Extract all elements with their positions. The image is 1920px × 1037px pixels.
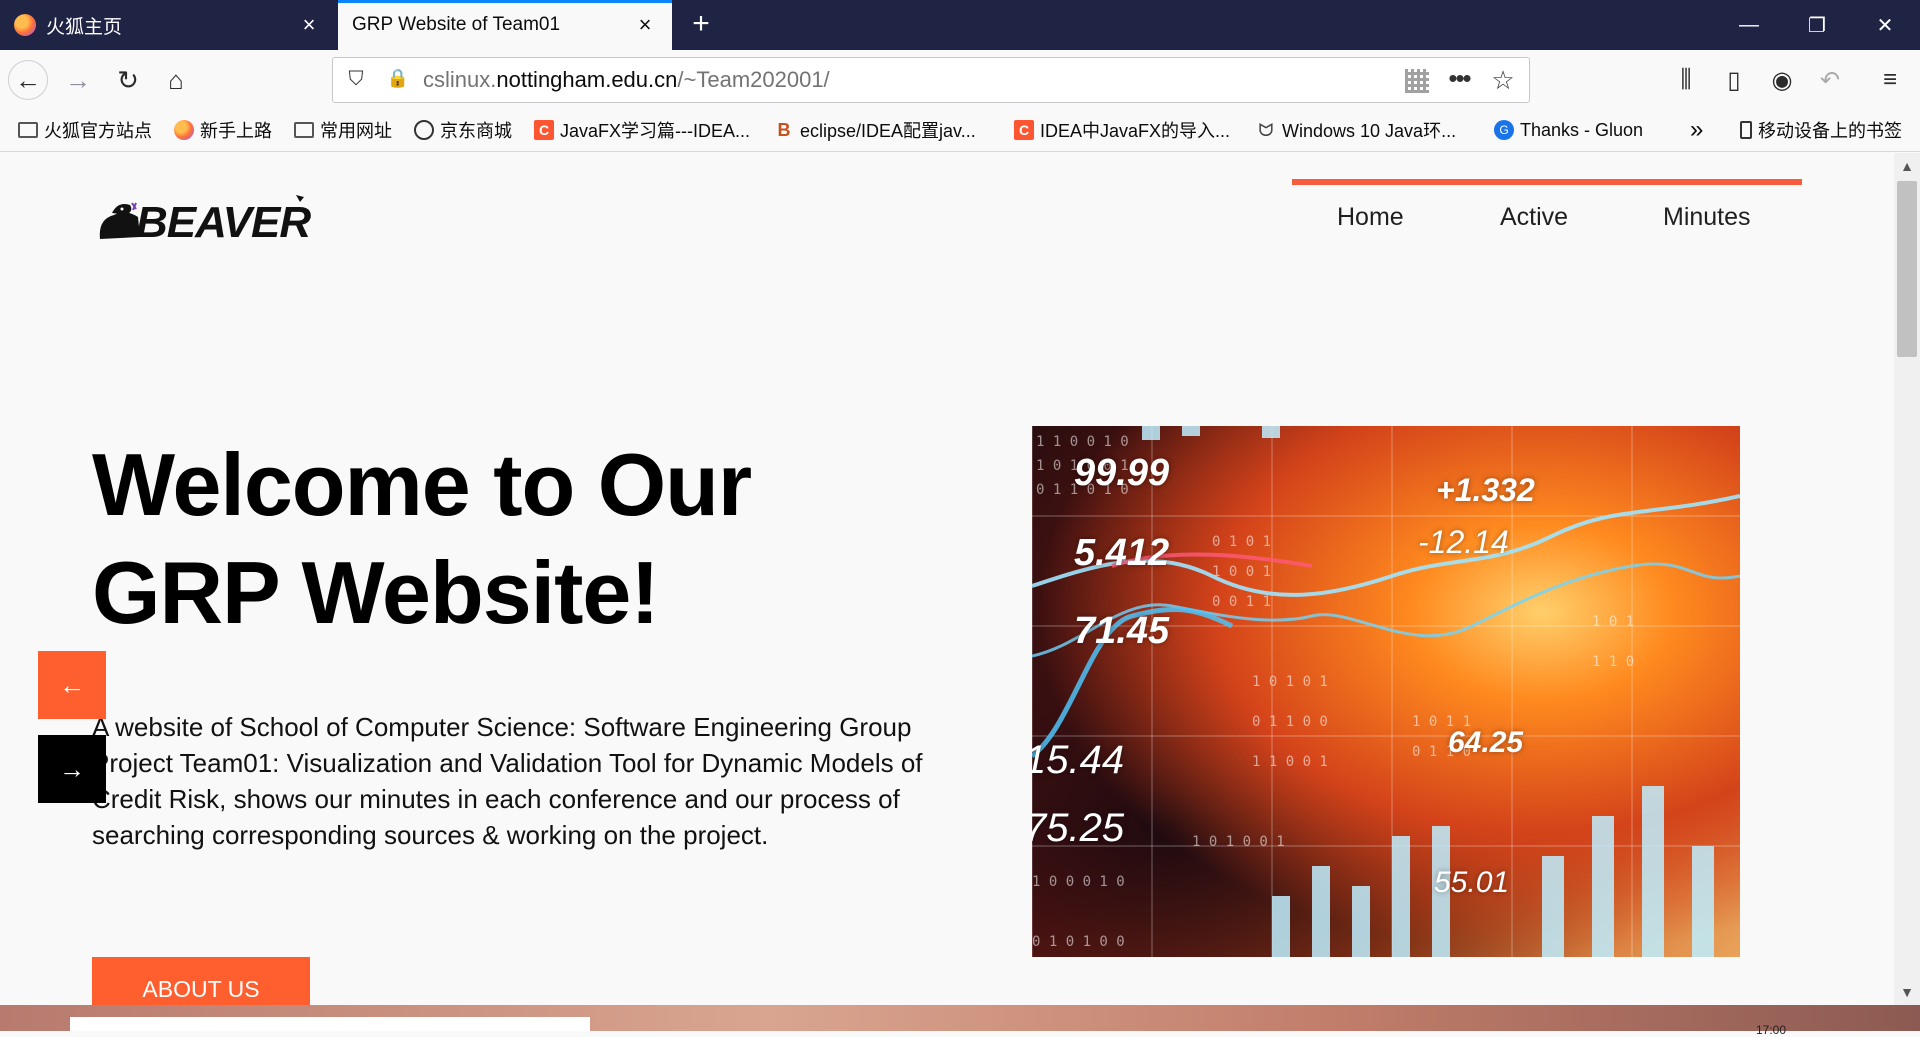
page-actions-more-icon[interactable]: ••• — [1441, 62, 1477, 98]
svg-text:1 1 0 0 1: 1 1 0 0 1 — [1252, 754, 1328, 770]
bookmark-item[interactable]: 新手上路 — [174, 110, 272, 150]
nav-minutes-link[interactable]: Minutes — [1663, 203, 1751, 232]
svg-text:1 1 0: 1 1 0 — [1592, 654, 1634, 670]
image-number: 15.44 — [1032, 738, 1125, 782]
folder-icon — [294, 122, 314, 138]
stock-image-graphics: 1 1 0 0 1 01 0 1 0 0 1 0 1 1 0 1 00 1 0 … — [1032, 426, 1740, 957]
vertical-scrollbar[interactable]: ▲ ▼ — [1894, 153, 1920, 1005]
nav-home-link[interactable]: Home — [1337, 203, 1404, 232]
menu-icon[interactable]: ≡ — [1872, 62, 1908, 98]
csdn-icon: C — [534, 120, 554, 140]
firefox-icon — [174, 120, 194, 140]
bookmark-item[interactable]: 火狐官方站点 — [18, 110, 152, 150]
csdn-icon: C — [1014, 120, 1034, 140]
svg-text:0 1 1 0 0: 0 1 1 0 0 — [1252, 714, 1328, 730]
forward-button[interactable]: → — [58, 60, 98, 100]
navigation-toolbar: ← → ↻ ⌂ ⛉ 🔒 cslinux.nottingham.edu.cn/~T… — [0, 50, 1920, 110]
sidebar-icon[interactable]: ▯ — [1716, 62, 1752, 98]
nav-active-link[interactable]: Active — [1500, 203, 1568, 232]
svg-text:0 0 1 1: 0 0 1 1 — [1212, 594, 1271, 610]
folder-icon — [18, 122, 38, 138]
library-icon[interactable]: ⫼ — [1668, 62, 1704, 98]
insecure-connection-icon[interactable]: 🔒 — [385, 68, 411, 94]
tab-firefox-home[interactable]: 火狐主页 × — [0, 0, 336, 50]
new-tab-button[interactable]: + — [684, 8, 718, 42]
bookmarks-overflow-button[interactable]: » — [1690, 110, 1703, 150]
image-number: 75.25 — [1032, 806, 1125, 850]
svg-text:1 0 0 1: 1 0 0 1 — [1212, 564, 1271, 580]
bookmarks-toolbar: 火狐官方站点 新手上路 常用网址 京东商城 C JavaFX学习篇---IDEA.… — [0, 110, 1920, 152]
bookmark-item[interactable]: C JavaFX学习篇---IDEA... — [534, 110, 750, 150]
svg-text:1 0 1 0 0 1: 1 0 1 0 0 1 — [1192, 834, 1285, 850]
web-page: BEAVER Home Active Minutes Welcome to Ou… — [0, 153, 1894, 1005]
mobile-device-icon — [1740, 121, 1752, 139]
bird-icon: ᗢ — [1258, 119, 1274, 140]
image-number: +1.332 — [1436, 472, 1535, 508]
logo-text: BEAVER — [136, 198, 311, 243]
image-number: 71.45 — [1074, 610, 1170, 652]
address-bar[interactable]: ⛉ 🔒 cslinux.nottingham.edu.cn/~Team20200… — [332, 57, 1530, 103]
hero-title-line2: GRP Website! — [92, 543, 660, 642]
qr-code-icon[interactable] — [1405, 69, 1429, 93]
tab-grp-website[interactable]: GRP Website of Team01 × — [338, 0, 672, 50]
minimize-button[interactable]: — — [1714, 0, 1784, 50]
image-number: 64.25 — [1448, 726, 1524, 759]
tab-strip: 火狐主页 × GRP Website of Team01 × + — ❐ ✕ — [0, 0, 1920, 50]
url-text[interactable]: cslinux.nottingham.edu.cn/~Team202001/ — [423, 58, 830, 102]
slider-next-button[interactable]: → — [38, 735, 106, 803]
svg-text:1 0 1: 1 0 1 — [1592, 614, 1634, 630]
tab-label: 火狐主页 — [46, 16, 123, 38]
image-number: -12.14 — [1418, 524, 1509, 560]
home-button[interactable]: ⌂ — [156, 60, 196, 100]
bookmark-item[interactable]: 常用网址 — [294, 110, 392, 150]
tracking-shield-icon[interactable]: ⛉ — [343, 68, 369, 94]
svg-text:1 0 1 0 1: 1 0 1 0 1 — [1252, 674, 1328, 690]
clock-text: 17:00 — [1756, 1023, 1787, 1037]
hero-description: A website of School of Computer Science:… — [92, 712, 923, 850]
svg-text:1 1 0 0 1 0: 1 1 0 0 1 0 — [1036, 434, 1129, 450]
nav-accent-bar — [1292, 179, 1802, 185]
slider-prev-button[interactable]: ← — [38, 651, 106, 719]
scroll-down-arrow-icon[interactable]: ▼ — [1894, 979, 1920, 1005]
reload-button[interactable]: ↻ — [108, 60, 148, 100]
globe-icon — [414, 120, 434, 140]
back-button[interactable]: ← — [8, 60, 48, 100]
bookmark-item[interactable]: Beclipse/IDEA配置jav... — [774, 110, 976, 150]
tab-label: GRP Website of Team01 — [352, 14, 561, 35]
tab-close-icon[interactable]: × — [632, 12, 658, 38]
bookmark-star-icon[interactable]: ☆ — [1485, 62, 1521, 98]
hero-title-line1: Welcome to Our — [92, 435, 752, 534]
bookmark-item[interactable]: 移动设备上的书签 — [1740, 110, 1902, 150]
beaver-logo[interactable]: BEAVER — [96, 189, 312, 243]
account-icon[interactable]: ◉ — [1764, 62, 1800, 98]
background-window-strip: 17:00 — [0, 1005, 1920, 1037]
scroll-thumb[interactable] — [1897, 181, 1917, 357]
image-number: 55.01 — [1434, 866, 1510, 899]
image-number: 5.412 — [1074, 532, 1170, 574]
gluon-icon: G — [1494, 120, 1514, 140]
bookmark-item[interactable]: G Thanks - Gluon — [1494, 110, 1643, 150]
svg-text:1 0 0 0 1 0: 1 0 0 0 1 0 — [1032, 874, 1125, 890]
bookmark-item[interactable]: 京东商城 — [414, 110, 512, 150]
background-window-edge — [70, 1017, 590, 1031]
tab-close-icon[interactable]: × — [296, 12, 322, 38]
scroll-up-arrow-icon[interactable]: ▲ — [1894, 153, 1920, 179]
about-us-button[interactable]: ABOUT US — [92, 957, 310, 1005]
blog-icon: B — [777, 119, 791, 140]
bookmark-item[interactable]: ᗢ Windows 10 Java环... — [1256, 110, 1457, 150]
image-number: 99.99 — [1074, 452, 1170, 494]
svg-text:0 1 0 1: 0 1 0 1 — [1212, 534, 1271, 550]
hero-title: Welcome to Our GRP Website! — [92, 431, 892, 647]
stock-chart-image: 1 1 0 0 1 01 0 1 0 0 1 0 1 1 0 1 00 1 0 … — [1032, 426, 1740, 957]
undo-icon[interactable]: ↶ — [1812, 62, 1848, 98]
firefox-icon — [14, 14, 36, 36]
close-window-button[interactable]: ✕ — [1850, 0, 1920, 50]
svg-text:0 1 0 1 0 0: 0 1 0 1 0 0 — [1032, 934, 1125, 950]
bookmark-item[interactable]: C IDEA中JavaFX的导入... — [1014, 110, 1230, 150]
restore-button[interactable]: ❐ — [1782, 0, 1852, 50]
